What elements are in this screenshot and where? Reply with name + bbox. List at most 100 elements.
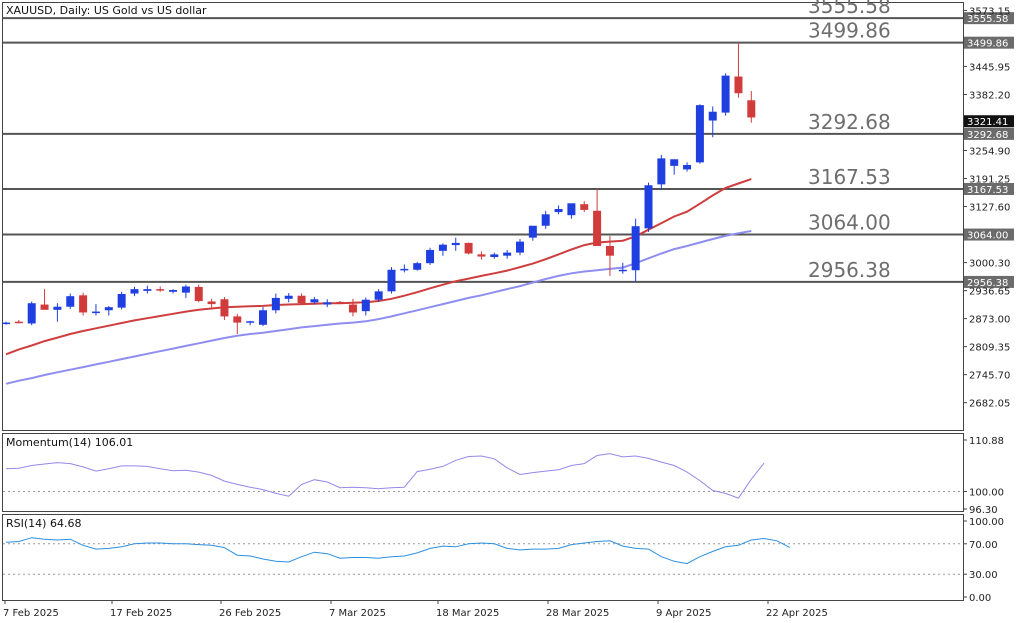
momentum-y-label: 100.00	[969, 487, 1004, 498]
x-tick-label: 26 Feb 2025	[219, 608, 281, 619]
candle-body	[708, 111, 717, 121]
candle-body	[477, 254, 486, 257]
candle-body	[181, 286, 190, 293]
y-tick-label: 3127.60	[969, 203, 1010, 214]
candle-body	[66, 296, 75, 307]
y-tick-label: 2936.65	[969, 287, 1010, 298]
x-tick-label: 7 Feb 2025	[3, 608, 59, 619]
x-tick-label: 9 Apr 2025	[656, 608, 711, 619]
candle-body	[426, 249, 435, 264]
candle-body	[297, 295, 306, 304]
candle-body	[683, 164, 692, 170]
level-tag-text: 3064.00	[967, 231, 1008, 242]
y-tick-label: 3573.15	[969, 6, 1010, 17]
candle-body	[516, 241, 524, 253]
rsi-line	[5, 537, 791, 565]
candle-body	[387, 269, 396, 292]
candle-body	[451, 242, 460, 246]
candle-body	[53, 306, 62, 310]
level-label: 3167.53	[808, 165, 891, 189]
rsi-y-label: 0.00	[969, 593, 991, 604]
level-tag-text: 3292.68	[967, 130, 1008, 141]
x-tick-label: 28 Mar 2025	[546, 608, 609, 619]
candle-body	[40, 304, 49, 310]
candle-body	[336, 301, 345, 304]
candle-body	[169, 290, 178, 292]
y-tick-label: 2809.35	[969, 343, 1010, 354]
y-tick-label: 3191.25	[969, 175, 1010, 186]
y-tick-label: 2873.00	[969, 315, 1010, 326]
candle-body	[605, 245, 614, 256]
chart-canvas: 3555.583555.583499.863499.863292.683292.…	[2, 0, 1014, 619]
current-price-text: 3321.41	[967, 117, 1008, 128]
y-tick-label: 2745.70	[969, 371, 1010, 382]
candle-body	[503, 252, 512, 256]
candle-body	[490, 254, 499, 257]
rsi-title: RSI(14) 64.68	[6, 517, 81, 530]
level-label: 3292.68	[808, 110, 891, 134]
candle-body	[554, 209, 563, 213]
candle-body	[130, 289, 139, 294]
candle-body	[310, 299, 319, 303]
candle-body	[361, 299, 370, 312]
x-tick-label: 17 Feb 2025	[110, 608, 172, 619]
momentum-pane-frame	[2, 433, 964, 512]
y-tick-label: 3382.20	[969, 90, 1010, 101]
rsi-pane-frame	[2, 514, 964, 601]
rsi-y-label: 100.00	[969, 517, 1004, 528]
candle-body	[400, 268, 409, 271]
candle-body	[220, 299, 229, 317]
level-label: 3555.58	[808, 0, 891, 18]
level-label: 2956.38	[808, 258, 891, 282]
candle-body	[580, 204, 589, 210]
candle-body	[14, 321, 23, 324]
momentum-y-label: 96.30	[969, 505, 998, 516]
candle-body	[91, 311, 100, 314]
candle-body	[413, 263, 422, 270]
rsi-y-label: 30.00	[969, 570, 998, 581]
candle-body	[644, 185, 653, 229]
candle-body	[143, 289, 152, 291]
candle-body	[657, 158, 666, 185]
candle-body	[618, 269, 627, 272]
candle-body	[695, 105, 704, 163]
candle-body	[207, 301, 216, 305]
candle-body	[194, 286, 203, 302]
candle-body	[271, 297, 280, 311]
candle-body	[464, 242, 473, 254]
level-label: 3064.00	[808, 211, 891, 235]
candle-body	[438, 244, 447, 251]
y-tick-label: 2682.05	[969, 399, 1010, 410]
candle-body	[567, 203, 576, 216]
candle-body	[528, 225, 537, 238]
chart-title: XAUUSD, Daily: US Gold vs US dollar	[6, 4, 207, 17]
candle-body	[233, 316, 242, 323]
candle-body	[323, 302, 332, 305]
candle-body	[631, 226, 640, 271]
candle-body	[747, 100, 756, 118]
candle-body	[670, 159, 679, 166]
candle-body	[259, 310, 267, 325]
y-tick-label: 3445.95	[969, 62, 1010, 73]
y-tick-label: 3254.90	[969, 147, 1010, 158]
candle-body	[348, 304, 357, 313]
rsi-y-label: 70.00	[969, 540, 998, 551]
candle-body	[104, 307, 113, 311]
momentum-title: Momentum(14) 106.01	[6, 436, 133, 449]
candle-body	[721, 75, 730, 113]
x-tick-label: 22 Apr 2025	[766, 608, 828, 619]
candle-body	[541, 214, 550, 226]
momentum-y-label: 110.88	[969, 436, 1004, 447]
candle-body	[734, 76, 743, 94]
level-tag-text: 3499.86	[967, 39, 1008, 50]
x-tick-label: 7 Mar 2025	[329, 608, 386, 619]
level-tag-text: 3167.53	[967, 185, 1008, 196]
candle-body	[284, 295, 293, 299]
candle-body	[79, 295, 88, 313]
y-tick-label: 3000.30	[969, 259, 1010, 270]
candle-body	[2, 322, 10, 325]
candle-body	[27, 303, 36, 324]
candle-body	[117, 293, 126, 308]
candle-body	[374, 291, 383, 300]
x-tick-label: 18 Mar 2025	[436, 608, 499, 619]
